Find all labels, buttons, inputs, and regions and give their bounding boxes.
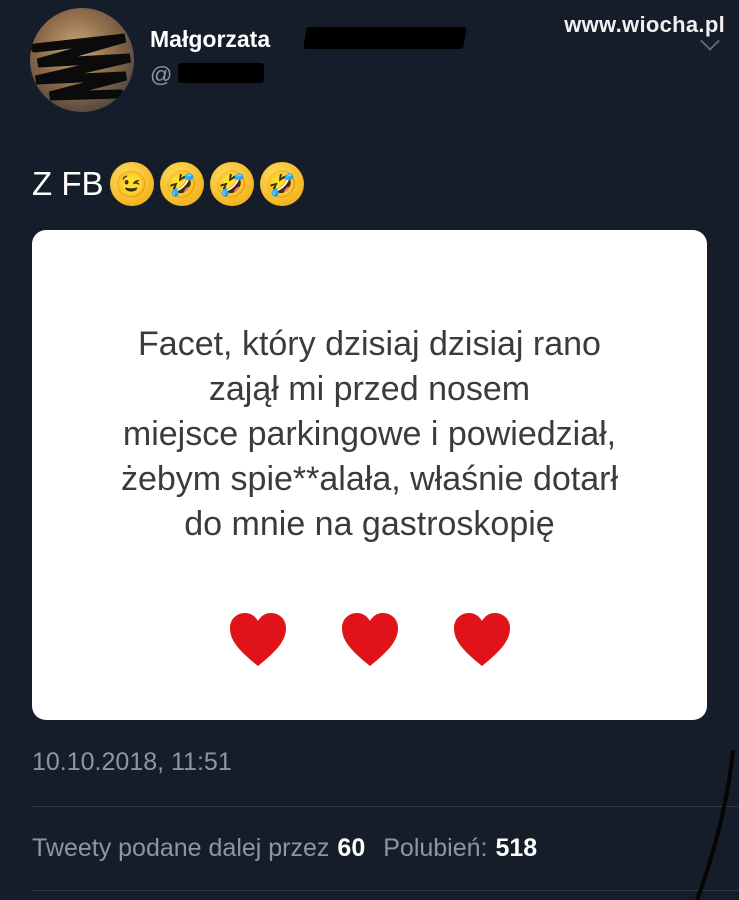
hearts-row bbox=[32, 612, 707, 668]
winking-face-icon: 😉 bbox=[109, 162, 154, 206]
heart-icon bbox=[453, 613, 510, 666]
redaction-bar bbox=[303, 27, 467, 49]
heart-icon bbox=[341, 613, 398, 666]
engagement-stats: Tweety podane dalej przez 60 Polubień: 5… bbox=[32, 834, 537, 863]
rolling-laughing-icon: 🤣 bbox=[209, 162, 254, 206]
divider bbox=[32, 806, 739, 807]
heart-icon bbox=[229, 613, 286, 666]
likes-label[interactable]: Polubień: bbox=[383, 834, 487, 863]
pen-scribble bbox=[695, 750, 735, 900]
rolling-laughing-icon: 🤣 bbox=[259, 162, 304, 206]
display-name[interactable]: Małgorzata bbox=[150, 26, 270, 53]
user-handle[interactable]: @ bbox=[150, 62, 172, 88]
retweets-label[interactable]: Tweety podane dalej przez bbox=[32, 834, 329, 863]
tweet-text: Z FB bbox=[32, 165, 104, 202]
redaction-bar bbox=[178, 63, 264, 83]
rolling-laughing-icon: 🤣 bbox=[159, 162, 204, 206]
tweet-text-row: Z FB 😉 🤣 🤣 🤣 bbox=[32, 162, 304, 206]
avatar[interactable] bbox=[30, 8, 134, 112]
tweet-image-card[interactable]: Facet, który dzisiaj dzisiaj rano zajął … bbox=[32, 230, 707, 720]
divider bbox=[32, 890, 739, 891]
card-text: Facet, który dzisiaj dzisiaj rano zajął … bbox=[120, 325, 619, 543]
tweet-timestamp[interactable]: 10.10.2018, 11:51 bbox=[32, 748, 232, 777]
retweets-count[interactable]: 60 bbox=[337, 834, 365, 863]
redaction-scribble bbox=[30, 33, 132, 101]
watermark: www.wiocha.pl bbox=[564, 12, 725, 37]
likes-count[interactable]: 518 bbox=[495, 834, 537, 863]
